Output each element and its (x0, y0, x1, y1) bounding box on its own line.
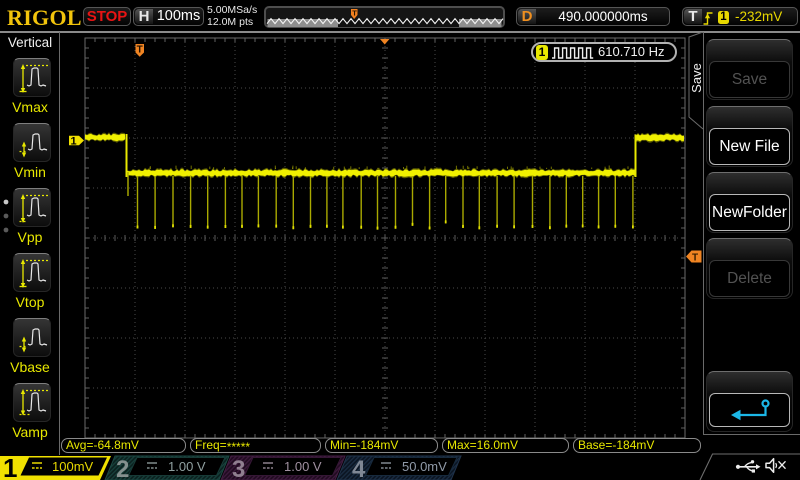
svg-text:3: 3 (232, 456, 245, 480)
svg-text:1: 1 (3, 453, 17, 480)
svg-text:4: 4 (352, 456, 366, 480)
svg-text:50.0mV: 50.0mV (402, 459, 447, 474)
svg-text:1.00 V: 1.00 V (284, 459, 322, 474)
svg-text:100mV: 100mV (52, 459, 94, 474)
svg-text:2: 2 (116, 456, 129, 480)
svg-text:1.00 V: 1.00 V (168, 459, 206, 474)
